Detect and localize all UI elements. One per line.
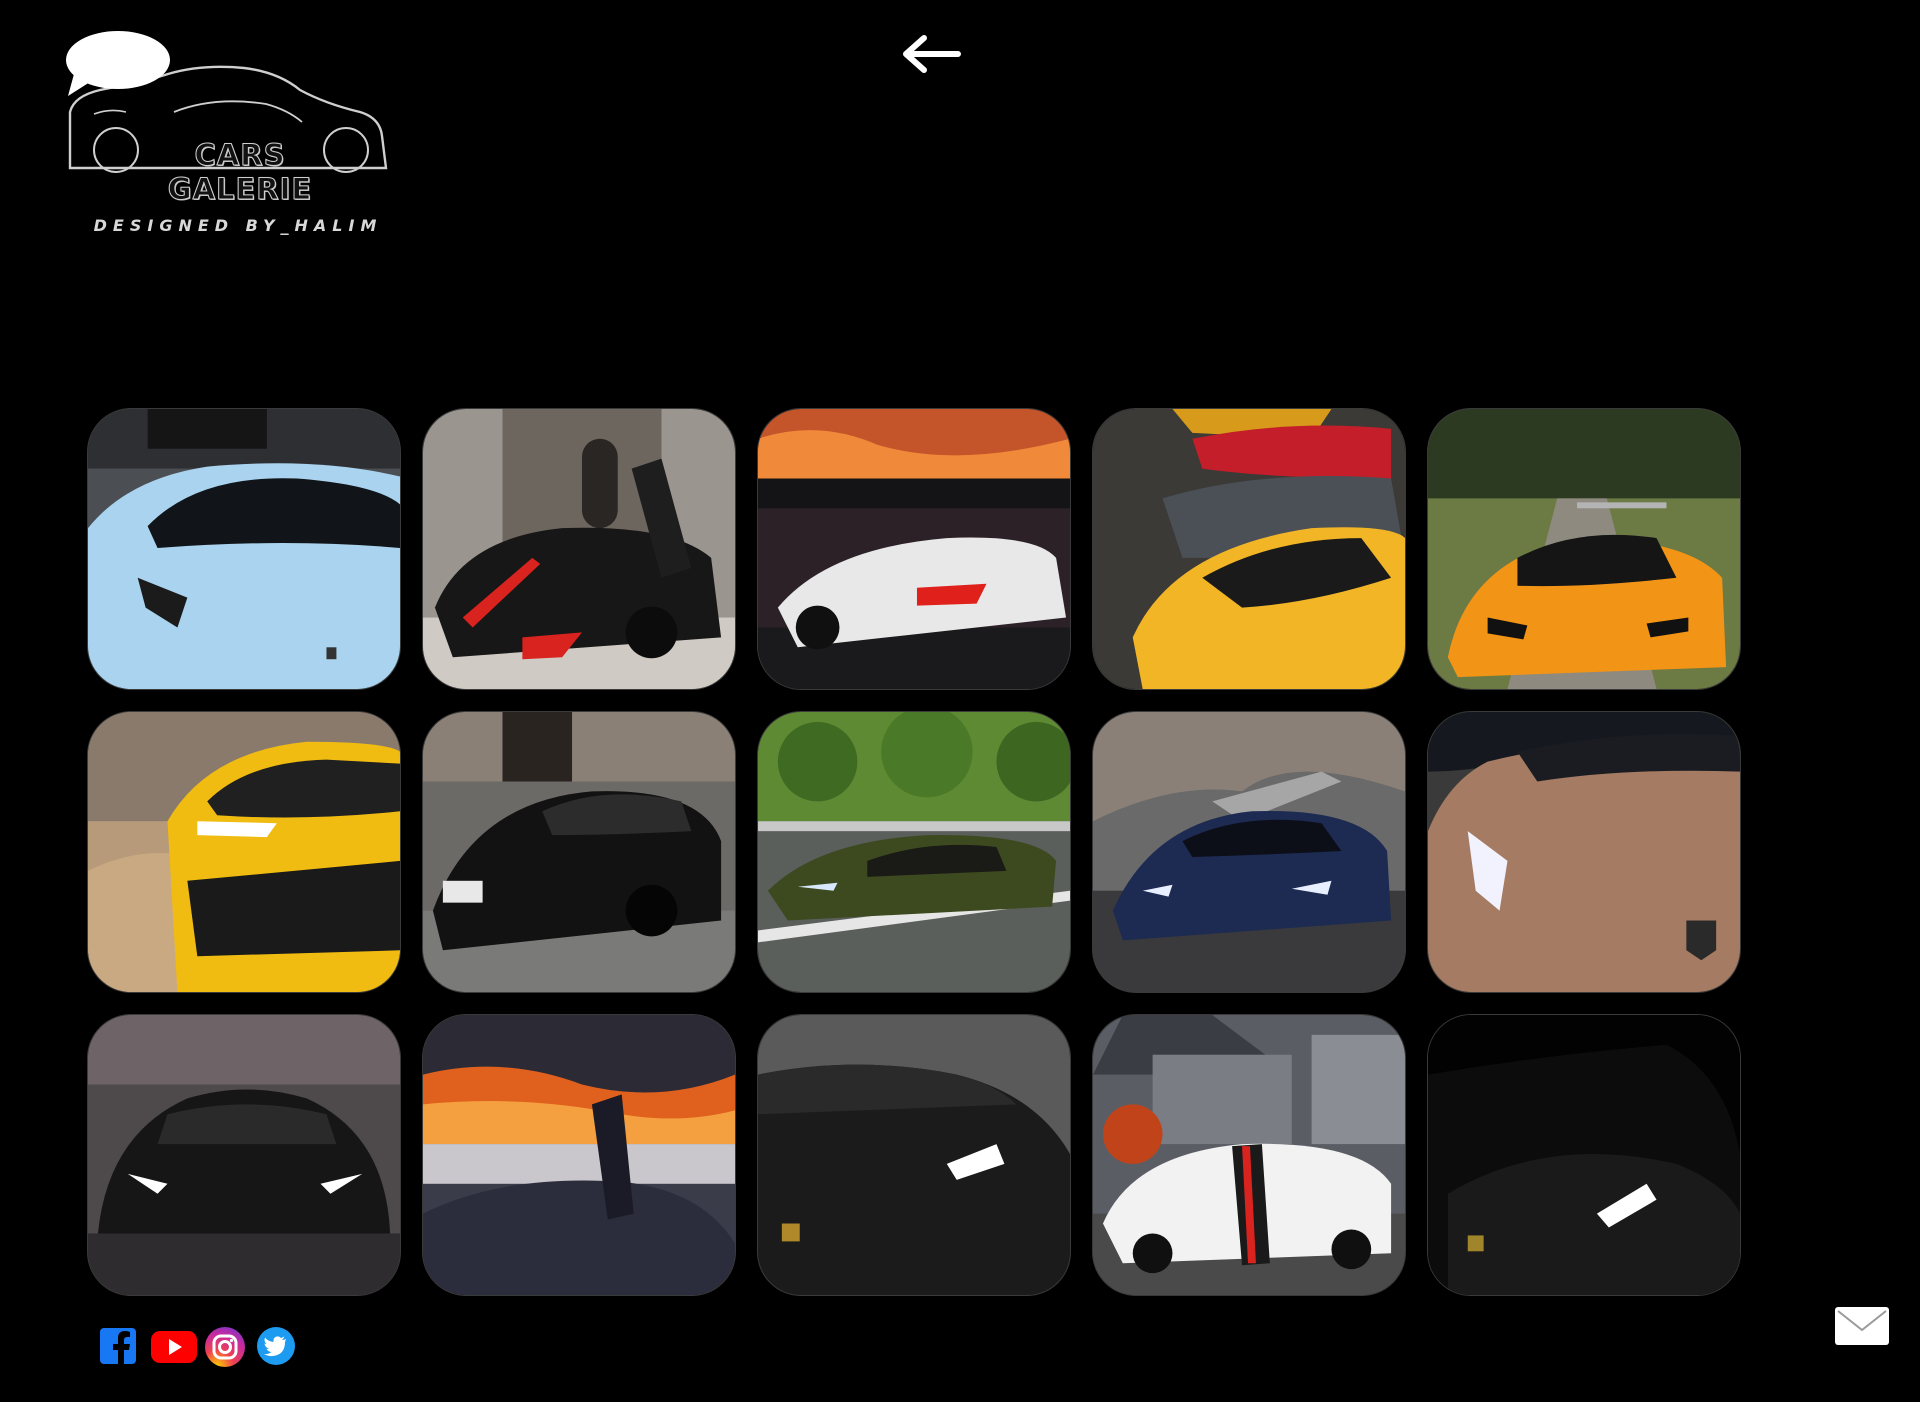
car-card-dark-doors-sunset[interactable]	[422, 1014, 736, 1296]
car-card-white-sunset[interactable]	[757, 408, 1071, 690]
site-logo[interactable]: PICK ONE CARS GALERIE DESIGNED BY_HALIM	[64, 30, 394, 235]
twitter-link[interactable]	[256, 1326, 296, 1366]
facebook-icon	[100, 1328, 136, 1364]
car-photo	[88, 409, 400, 689]
car-photo	[758, 712, 1070, 992]
car-photo	[1093, 712, 1405, 992]
arrow-left-icon	[903, 35, 961, 73]
car-card-dark-shadow[interactable]	[1427, 1014, 1741, 1296]
car-card-black-matte[interactable]	[87, 1014, 401, 1296]
twitter-icon	[257, 1327, 295, 1365]
car-card-olive-green[interactable]	[757, 711, 1071, 993]
logo-bubble-text: PICK ONE	[290, 49, 378, 68]
car-photo	[1428, 712, 1740, 992]
contact-mail-button[interactable]	[1834, 1306, 1890, 1346]
mail-icon	[1835, 1307, 1889, 1345]
car-photo	[88, 1015, 400, 1295]
car-photo	[423, 712, 735, 992]
facebook-link[interactable]	[98, 1326, 138, 1366]
car-photo	[1428, 409, 1740, 689]
car-card-red-grey-yellow[interactable]	[1092, 408, 1406, 690]
car-card-bronze[interactable]	[1427, 711, 1741, 993]
logo-title: CARS GALERIE	[167, 138, 313, 207]
youtube-icon	[151, 1331, 197, 1363]
car-card-yellow-suv[interactable]	[87, 711, 401, 993]
car-photo	[758, 409, 1070, 689]
back-button[interactable]	[900, 32, 962, 76]
car-card-light-blue[interactable]	[87, 408, 401, 690]
youtube-link[interactable]	[150, 1326, 197, 1366]
car-photo	[423, 1015, 735, 1295]
car-card-black-red-doors-up[interactable]	[422, 408, 736, 690]
car-photo	[88, 712, 400, 992]
car-photo	[1093, 1015, 1405, 1295]
car-photo	[758, 1015, 1070, 1295]
car-card-white-stripes[interactable]	[1092, 1014, 1406, 1296]
car-card-dark-blue[interactable]	[1092, 711, 1406, 993]
instagram-icon	[205, 1327, 245, 1367]
instagram-link[interactable]	[204, 1326, 245, 1367]
logo-subtitle: DESIGNED BY_HALIM	[93, 216, 383, 235]
car-card-black-closeup[interactable]	[757, 1014, 1071, 1296]
car-card-black-glossy[interactable]	[422, 711, 736, 993]
car-card-orange-spyder[interactable]	[1427, 408, 1741, 690]
car-photo	[1428, 1015, 1740, 1295]
car-photo	[423, 409, 735, 689]
speech-bubble-icon	[66, 31, 170, 96]
car-photo	[1093, 409, 1405, 689]
